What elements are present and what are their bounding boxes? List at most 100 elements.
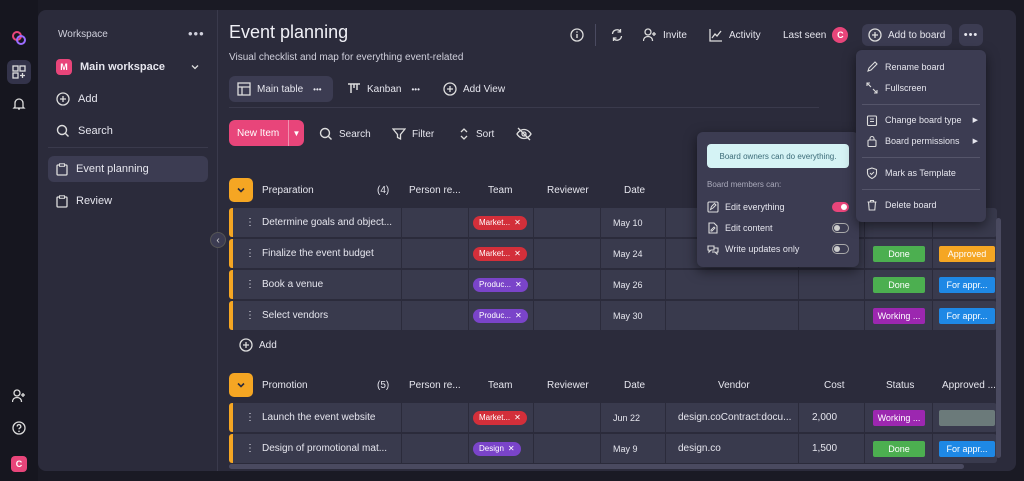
workspace-switcher[interactable]: M Main workspace <box>48 54 208 80</box>
tab-kanban[interactable]: Kanban ••• <box>339 76 428 102</box>
app-logo-icon[interactable] <box>7 26 31 50</box>
last-seen-button[interactable]: Last seen C <box>777 24 854 46</box>
menu-delete-board[interactable]: Delete board <box>866 196 978 214</box>
horizontal-scrollbar[interactable] <box>229 464 964 469</box>
table-row[interactable]: ⋮ Select vendors Produc... ✕ May 30 Worki… <box>229 301 997 330</box>
add-to-board-button[interactable]: Add to board <box>862 24 952 46</box>
vertical-scrollbar[interactable] <box>996 218 1001 458</box>
team-tag[interactable]: Market... ✕ <box>473 246 527 261</box>
row-menu-icon[interactable]: ⋮ <box>245 434 255 463</box>
sidebar-add[interactable]: Add <box>48 86 208 112</box>
row-date[interactable]: May 30 <box>613 301 643 330</box>
col-approved[interactable]: Approved ... <box>942 380 996 391</box>
toolbar-filter[interactable]: Filter <box>392 121 434 147</box>
write-updates-toggle[interactable] <box>832 244 849 254</box>
table-row[interactable]: ⋮ Launch the event website Market... ✕ Ju… <box>229 403 997 432</box>
row-date[interactable]: May 10 <box>613 208 643 237</box>
team-tag[interactable]: Market... ✕ <box>473 410 527 425</box>
row-date[interactable]: May 24 <box>613 239 643 268</box>
menu-change-board-type[interactable]: Change board type ▶ <box>866 111 978 129</box>
menu-board-permissions[interactable]: Board permissions ▶ <box>866 132 978 150</box>
remove-tag-icon[interactable]: ✕ <box>508 444 515 453</box>
col-team[interactable]: Team <box>488 185 512 196</box>
row-date[interactable]: May 26 <box>613 270 643 299</box>
status-badge[interactable]: Done <box>873 245 925 262</box>
remove-tag-icon[interactable]: ✕ <box>514 249 521 258</box>
status-badge[interactable]: Working ... <box>873 307 925 324</box>
edit-everything-toggle[interactable] <box>832 202 849 212</box>
activity-button[interactable]: Activity <box>703 24 767 46</box>
team-tag[interactable]: Market... ✕ <box>473 215 527 230</box>
row-menu-icon[interactable]: ⋮ <box>245 208 255 237</box>
status-badge[interactable]: Working ... <box>873 409 925 426</box>
row-menu-icon[interactable]: ⋮ <box>245 403 255 432</box>
table-row[interactable]: ⋮ Finalize the event budget Market... ✕ M… <box>229 239 997 268</box>
col-team[interactable]: Team <box>488 380 512 391</box>
add-row-button[interactable]: Add <box>239 338 277 352</box>
sidebar-item-review[interactable]: Review <box>48 188 208 214</box>
toolbar-search[interactable]: Search <box>319 121 371 147</box>
bell-icon[interactable] <box>7 92 31 116</box>
toolbar-sort[interactable]: Sort <box>458 121 494 147</box>
team-tag[interactable]: Produc... ✕ <box>473 277 528 292</box>
permission-write-updates[interactable]: Write updates only <box>707 241 849 257</box>
col-cost[interactable]: Cost <box>824 380 845 391</box>
col-date[interactable]: Date <box>624 185 645 196</box>
menu-mark-template[interactable]: Mark as Template <box>866 164 978 182</box>
workspace-more-icon[interactable]: ••• <box>188 26 205 41</box>
board-more-button[interactable]: ••• <box>959 24 983 46</box>
table-row[interactable]: ⋮ Book a venue Produc... ✕ May 26 Done Fo… <box>229 270 997 299</box>
invite-button[interactable]: Invite <box>637 24 693 46</box>
approval-badge[interactable]: For appr... <box>939 276 995 293</box>
menu-fullscreen[interactable]: Fullscreen <box>866 79 978 97</box>
row-item-name[interactable]: Launch the event website <box>262 403 375 432</box>
menu-rename-board[interactable]: Rename board <box>866 58 978 76</box>
remove-tag-icon[interactable]: ✕ <box>515 311 522 320</box>
row-item-name[interactable]: Design of promotional mat... <box>262 434 387 463</box>
row-vendor[interactable]: design.coContract:docu... <box>678 403 791 432</box>
approval-badge[interactable]: For appr... <box>939 440 995 457</box>
permission-edit-everything[interactable]: Edit everything <box>707 199 849 215</box>
row-cost[interactable]: 1,500 <box>812 434 837 463</box>
col-person[interactable]: Person re... <box>409 185 461 196</box>
tab-main-table[interactable]: Main table ••• <box>229 76 333 102</box>
group-toggle-chevron-icon[interactable] <box>229 178 253 202</box>
row-cost[interactable]: 2,000 <box>812 403 837 432</box>
table-row[interactable]: ⋮ Design of promotional mat... Design ✕ M… <box>229 434 997 463</box>
info-button[interactable] <box>564 24 590 46</box>
remove-tag-icon[interactable]: ✕ <box>514 413 521 422</box>
approval-badge[interactable]: For appr... <box>939 307 995 324</box>
help-icon[interactable] <box>7 416 31 440</box>
row-menu-icon[interactable]: ⋮ <box>245 239 255 268</box>
col-status[interactable]: Status <box>886 380 914 391</box>
col-vendor[interactable]: Vendor <box>718 380 750 391</box>
row-item-name[interactable]: Select vendors <box>262 301 328 330</box>
row-date[interactable]: Jun 22 <box>613 403 640 432</box>
team-tag[interactable]: Produc... ✕ <box>473 308 528 323</box>
row-menu-icon[interactable]: ⋮ <box>245 301 255 330</box>
tab-more-icon[interactable]: ••• <box>411 85 419 94</box>
new-item-dropdown-icon[interactable]: ▼ <box>288 120 304 146</box>
sidebar-search[interactable]: Search <box>48 118 208 144</box>
row-item-name[interactable]: Book a venue <box>262 270 323 299</box>
col-person[interactable]: Person re... <box>409 380 461 391</box>
col-reviewer[interactable]: Reviewer <box>547 380 589 391</box>
edit-content-toggle[interactable] <box>832 223 849 233</box>
col-date[interactable]: Date <box>624 380 645 391</box>
status-badge[interactable]: Done <box>873 276 925 293</box>
row-item-name[interactable]: Finalize the event budget <box>262 239 374 268</box>
collapse-sidebar-button[interactable]: ‹ <box>210 232 226 248</box>
sync-button[interactable] <box>604 24 630 46</box>
row-item-name[interactable]: Determine goals and object... <box>262 208 392 237</box>
col-reviewer[interactable]: Reviewer <box>547 185 589 196</box>
row-date[interactable]: May 9 <box>613 434 638 463</box>
new-item-button[interactable]: New Item ▼ <box>229 120 304 146</box>
sidebar-item-event-planning[interactable]: Event planning <box>48 156 208 182</box>
remove-tag-icon[interactable]: ✕ <box>515 280 522 289</box>
boards-icon[interactable] <box>7 60 31 84</box>
permission-edit-content[interactable]: Edit content <box>707 220 849 236</box>
status-badge[interactable]: Done <box>873 440 925 457</box>
approval-badge[interactable] <box>939 409 995 426</box>
remove-tag-icon[interactable]: ✕ <box>514 218 521 227</box>
row-menu-icon[interactable]: ⋮ <box>245 270 255 299</box>
